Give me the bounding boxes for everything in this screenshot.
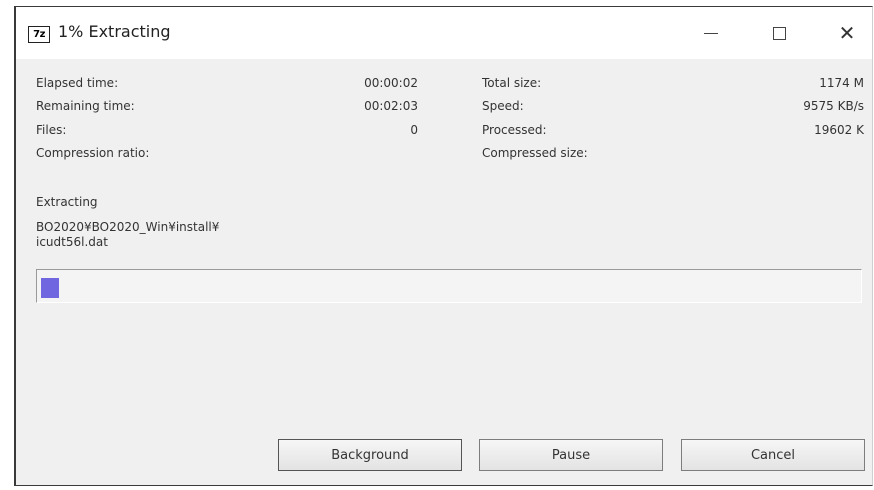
processed-value: 19602 K <box>814 123 864 137</box>
maximize-button[interactable] <box>744 7 814 59</box>
elapsed-time-label: Elapsed time: <box>36 76 119 90</box>
remaining-time-value: 00:02:03 <box>364 99 418 113</box>
speed-label: Speed: <box>482 99 524 113</box>
remaining-time-label: Remaining time: <box>36 99 135 113</box>
minimize-icon <box>704 32 718 34</box>
total-size-value: 1174 M <box>819 76 864 90</box>
title-bar[interactable]: 7z 1% Extracting ✕ <box>16 7 872 59</box>
close-button[interactable]: ✕ <box>812 7 874 59</box>
operation-label: Extracting <box>36 195 98 209</box>
compressed-size-label: Compressed size: <box>482 146 588 160</box>
files-value: 0 <box>410 123 418 137</box>
total-size-label: Total size: <box>482 76 542 90</box>
window-title: 1% Extracting <box>58 22 171 41</box>
extract-dialog: 7z 1% Extracting ✕ Elapsed time: 00:00:0… <box>14 6 873 486</box>
pause-button[interactable]: Pause <box>479 439 663 471</box>
files-label: Files: <box>36 123 67 137</box>
processed-label: Processed: <box>482 123 547 137</box>
current-file-name: icudt56l.dat <box>36 235 108 249</box>
background-button[interactable]: Background <box>278 439 462 471</box>
elapsed-time-value: 00:00:02 <box>364 76 418 90</box>
7zip-app-icon: 7z <box>28 26 50 43</box>
progress-fill <box>41 278 59 298</box>
current-file-path: BO2020¥BO2020_Win¥install¥ <box>36 220 220 234</box>
maximize-icon <box>772 26 786 40</box>
compression-ratio-label: Compression ratio: <box>36 146 150 160</box>
close-icon: ✕ <box>838 21 856 45</box>
progress-bar <box>36 269 862 303</box>
cancel-button[interactable]: Cancel <box>681 439 865 471</box>
minimize-button[interactable] <box>676 7 746 59</box>
speed-value: 9575 KB/s <box>803 99 864 113</box>
